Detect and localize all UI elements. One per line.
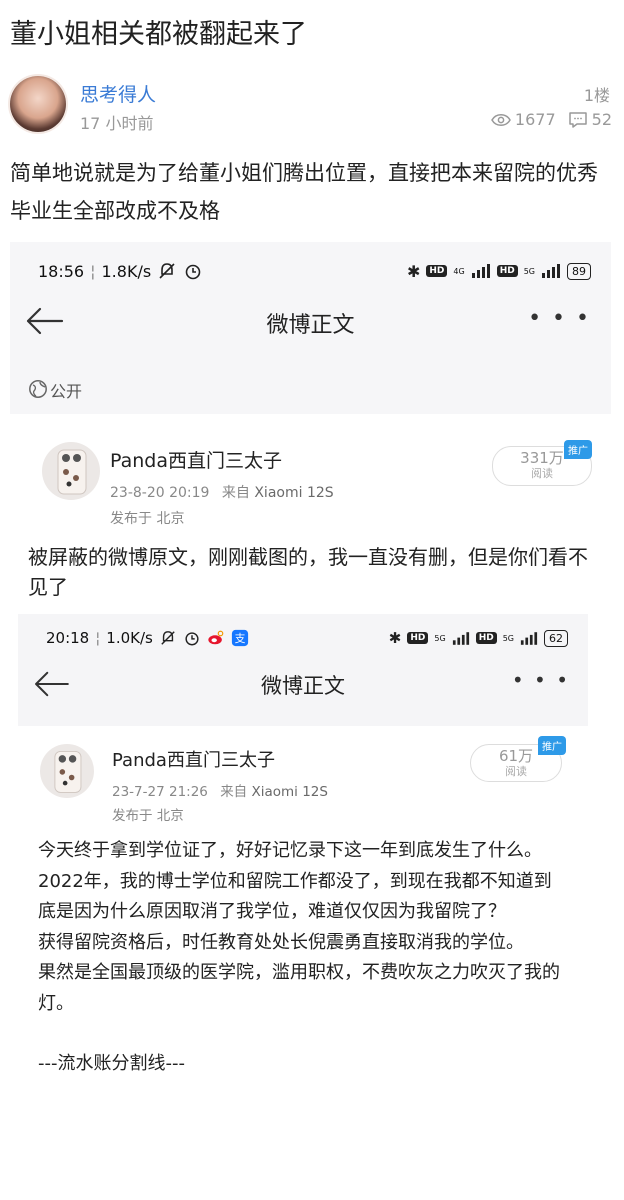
nav-title-2: 微博正文 xyxy=(261,674,345,698)
paragraph: 果然是全国最顶级的医学院，滥用职权，不费吹灰之力吹灭了我的灯。 xyxy=(38,962,560,1014)
alarm-icon xyxy=(185,632,199,646)
weibo-logo-icon xyxy=(208,630,224,645)
comment-count: 52 xyxy=(591,110,612,129)
weibo-screenshot-1: 18:56 ¦ 1.8K/s ✱ HD 4G HD 5G 89 微博正文 • •… xyxy=(10,242,611,1200)
visibility-label: 公开 xyxy=(50,382,83,401)
visibility-row: 公开 xyxy=(10,362,611,414)
post-meta: 23-8-20 20:19 来自 Xiaomi 12S xyxy=(110,482,334,502)
signal-icon xyxy=(520,631,538,645)
post-time: 17 小时前 xyxy=(80,114,154,133)
comment-icon[interactable] xyxy=(568,111,588,129)
paragraph: 获得留院资格后，时任教育处处长倪震勇直接取消我的学位。 xyxy=(38,931,524,953)
hd-badge-1: HD xyxy=(426,265,448,277)
floor-number: 1楼 xyxy=(583,86,610,105)
post-meta-2: 23-7-27 21:26 来自 Xiaomi 12S xyxy=(112,780,328,800)
divider-text: ---流水账分割线--- xyxy=(38,1053,185,1074)
phone-case-icon xyxy=(57,449,87,495)
author-name[interactable]: Panda西直门三太子 xyxy=(110,446,282,473)
weibo-body-2: 今天终于拿到学位证了，好好记忆录下这一年到底发生了什么。 2022年，我的博士学… xyxy=(38,836,568,1080)
weibo-navbar: 微博正文 • • • xyxy=(10,292,611,352)
bluetooth-icon: ✱ xyxy=(388,629,402,647)
post-stats: 1677 52 xyxy=(491,110,612,129)
author-avatar-2[interactable] xyxy=(40,744,94,798)
phone-case-icon xyxy=(54,750,82,793)
hd-badge-4: HD xyxy=(475,632,497,644)
status-bar-2: 20:18 ¦ 1.0K/s 支 ✱ HD 5G HD 5G 62 xyxy=(18,616,588,660)
author-name-2[interactable]: Panda西直门三太子 xyxy=(112,746,275,772)
weibo-post-card-1: Panda西直门三太子 23-8-20 20:19 来自 Xiaomi 12S … xyxy=(10,414,611,1200)
status-bar: 18:56 ¦ 1.8K/s ✱ HD 4G HD 5G 89 xyxy=(10,246,611,296)
device-name: Xiaomi 12S xyxy=(254,485,334,501)
signal-type-4: 5G xyxy=(502,633,514,643)
paragraph: 今天终于拿到学位证了，好好记忆录下这一年到底发生了什么。 xyxy=(38,840,542,861)
signal-type-2: 5G xyxy=(523,266,535,276)
alipay-icon: 支 xyxy=(231,629,248,647)
status-time-2: 20:18 xyxy=(46,629,90,647)
hd-badge-2: HD xyxy=(496,265,518,277)
promo-badge-2: 推广 xyxy=(538,736,566,755)
paragraph: 2022年，我的博士学位和留院工作都没了，到现在我都不知道到底是因为什么原因取消… xyxy=(38,870,552,923)
weibo-text: 被屏蔽的微博原文，刚刚截图的，我一直没有删，但是你们看不见了 xyxy=(28,545,588,599)
eye-icon xyxy=(491,113,511,126)
post-location: 发布于 北京 xyxy=(110,511,185,527)
signal-icon xyxy=(542,264,560,278)
alarm-icon xyxy=(185,264,201,280)
post-text: 简单地说就是为了给董小姐们腾出位置，直接把本来留院的优秀毕业生全部改成不及格 xyxy=(10,161,598,223)
view-count: 1677 xyxy=(514,110,556,129)
device-name-2: Xiaomi 12S xyxy=(251,784,328,800)
network-speed-2: 1.0K/s xyxy=(106,629,153,647)
author-avatar[interactable] xyxy=(42,442,100,500)
from-label: 来自 xyxy=(221,485,250,501)
signal-icon xyxy=(471,264,490,278)
network-speed: 1.8K/s xyxy=(101,261,152,281)
thread-title: 董小姐相关都被翻起来了 xyxy=(10,19,307,50)
from-label-2: 来自 xyxy=(220,784,248,800)
post-date: 23-8-20 20:19 xyxy=(110,485,210,501)
post-location-2: 发布于 北京 xyxy=(112,808,184,824)
more-menu-icon[interactable]: • • • xyxy=(528,306,591,331)
signal-type-3: 5G xyxy=(434,633,446,643)
status-time: 18:56 xyxy=(38,261,85,281)
battery-indicator: 89 xyxy=(567,262,591,280)
mute-icon xyxy=(159,263,175,279)
nav-title: 微博正文 xyxy=(266,313,355,338)
username[interactable]: 思考得人 xyxy=(80,80,156,107)
read-unit-2: 阅读 xyxy=(505,765,527,778)
promo-badge: 推广 xyxy=(564,440,592,459)
bluetooth-icon: ✱ xyxy=(406,261,421,281)
mute-icon xyxy=(161,631,175,645)
read-unit: 阅读 xyxy=(531,467,553,480)
svg-text:支: 支 xyxy=(234,632,245,645)
post-date-2: 23-7-27 21:26 xyxy=(112,784,208,800)
signal-icon xyxy=(452,631,469,645)
user-avatar[interactable] xyxy=(10,76,66,132)
signal-type-1: 4G xyxy=(453,266,465,276)
globe-icon xyxy=(29,380,47,398)
weibo-post-card-2: Panda西直门三太子 23-7-27 21:26 来自 Xiaomi 12S … xyxy=(18,726,588,1200)
weibo-screenshot-2: 20:18 ¦ 1.0K/s 支 ✱ HD 5G HD 5G 62 微博正文 •… xyxy=(18,614,588,1200)
more-menu-icon[interactable]: • • • xyxy=(512,668,570,692)
weibo-navbar-2: 微博正文 • • • xyxy=(18,658,588,714)
battery-indicator-2: 62 xyxy=(544,629,568,647)
hd-badge-3: HD xyxy=(407,632,429,644)
